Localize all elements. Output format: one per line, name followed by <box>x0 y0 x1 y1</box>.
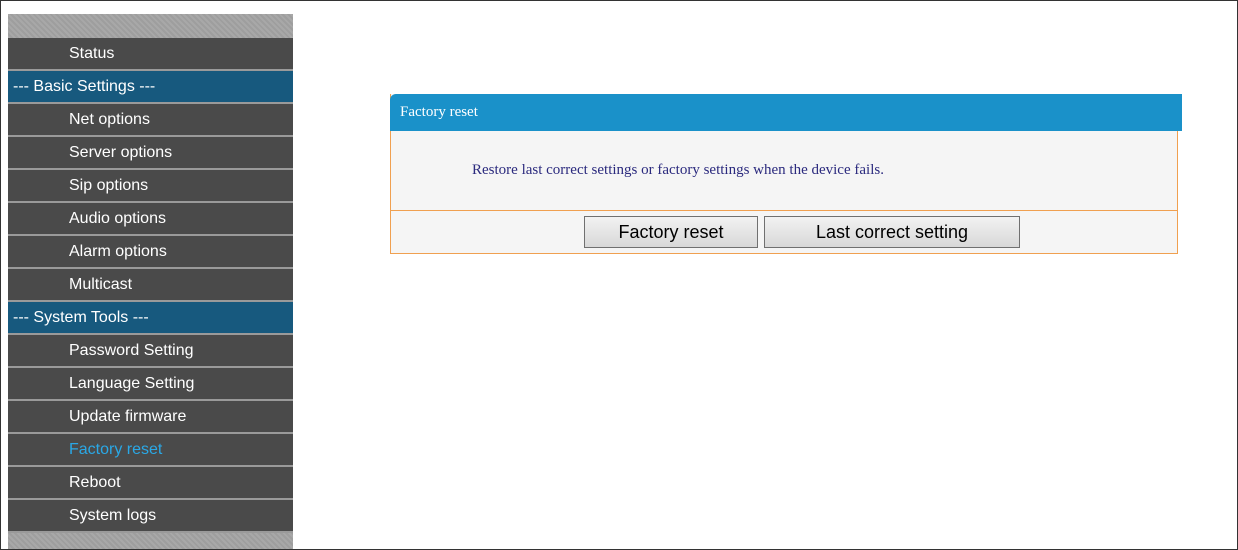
panel-button-row: Factory reset Last correct setting <box>391 211 1177 253</box>
sidebar-menu: Status --- Basic Settings --- Net option… <box>8 38 293 531</box>
sidebar-item-status[interactable]: Status <box>8 38 293 69</box>
page-frame: Status --- Basic Settings --- Net option… <box>0 0 1238 550</box>
panel-title: Factory reset <box>390 94 1182 131</box>
sidebar-item-alarm-options[interactable]: Alarm options <box>8 236 293 267</box>
last-correct-setting-button[interactable]: Last correct setting <box>764 216 1020 248</box>
sidebar-item-server-options[interactable]: Server options <box>8 137 293 168</box>
factory-reset-button[interactable]: Factory reset <box>584 216 758 248</box>
sidebar-item-audio-options[interactable]: Audio options <box>8 203 293 234</box>
sidebar-nav: Status --- Basic Settings --- Net option… <box>8 14 293 549</box>
sidebar-item-system-logs[interactable]: System logs <box>8 500 293 531</box>
sidebar-top-bar <box>8 14 293 38</box>
sidebar-item-reboot[interactable]: Reboot <box>8 467 293 498</box>
sidebar-item-factory-reset[interactable]: Factory reset <box>8 434 293 465</box>
panel-message: Restore last correct settings or factory… <box>391 131 1177 211</box>
sidebar-bottom-bar <box>8 533 293 549</box>
sidebar-header-basic-settings: --- Basic Settings --- <box>8 71 293 102</box>
sidebar-item-multicast[interactable]: Multicast <box>8 269 293 300</box>
sidebar-item-net-options[interactable]: Net options <box>8 104 293 135</box>
sidebar-header-system-tools: --- System Tools --- <box>8 302 293 333</box>
sidebar-item-language-setting[interactable]: Language Setting <box>8 368 293 399</box>
factory-reset-panel: Factory reset Restore last correct setti… <box>390 94 1182 254</box>
sidebar-item-password-setting[interactable]: Password Setting <box>8 335 293 366</box>
sidebar-item-sip-options[interactable]: Sip options <box>8 170 293 201</box>
sidebar-item-update-firmware[interactable]: Update firmware <box>8 401 293 432</box>
